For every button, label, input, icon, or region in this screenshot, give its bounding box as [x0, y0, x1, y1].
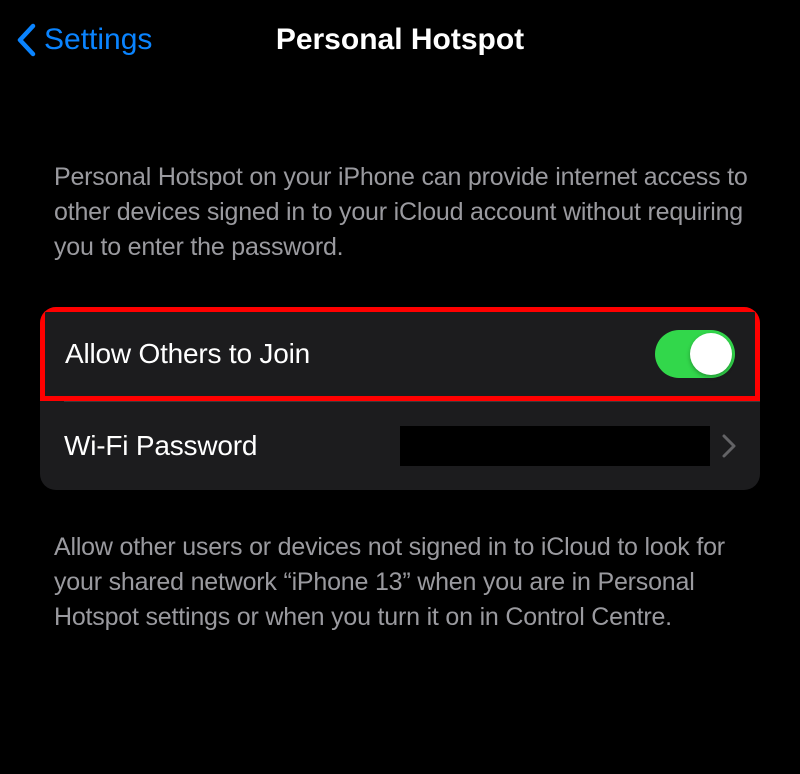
- allow-others-toggle[interactable]: [655, 330, 735, 378]
- chevron-left-icon: [16, 23, 36, 57]
- toggle-knob: [690, 333, 732, 375]
- chevron-right-icon: [722, 434, 736, 458]
- wifi-password-value-redacted: [400, 426, 710, 466]
- wifi-password-label: Wi-Fi Password: [64, 430, 257, 462]
- settings-group: Allow Others to Join Wi-Fi Password: [40, 307, 760, 490]
- nav-header: Settings Personal Hotspot: [0, 0, 800, 80]
- allow-others-label: Allow Others to Join: [65, 338, 310, 370]
- wifi-password-value-area: [400, 426, 736, 466]
- back-button[interactable]: Settings: [16, 23, 152, 57]
- section-header-description: Personal Hotspot on your iPhone can prov…: [0, 80, 800, 293]
- wifi-password-cell[interactable]: Wi-Fi Password: [40, 402, 760, 490]
- back-label: Settings: [44, 23, 152, 57]
- section-footer-description: Allow other users or devices not signed …: [0, 490, 800, 635]
- page-title: Personal Hotspot: [276, 23, 524, 57]
- allow-others-cell[interactable]: Allow Others to Join: [40, 307, 760, 401]
